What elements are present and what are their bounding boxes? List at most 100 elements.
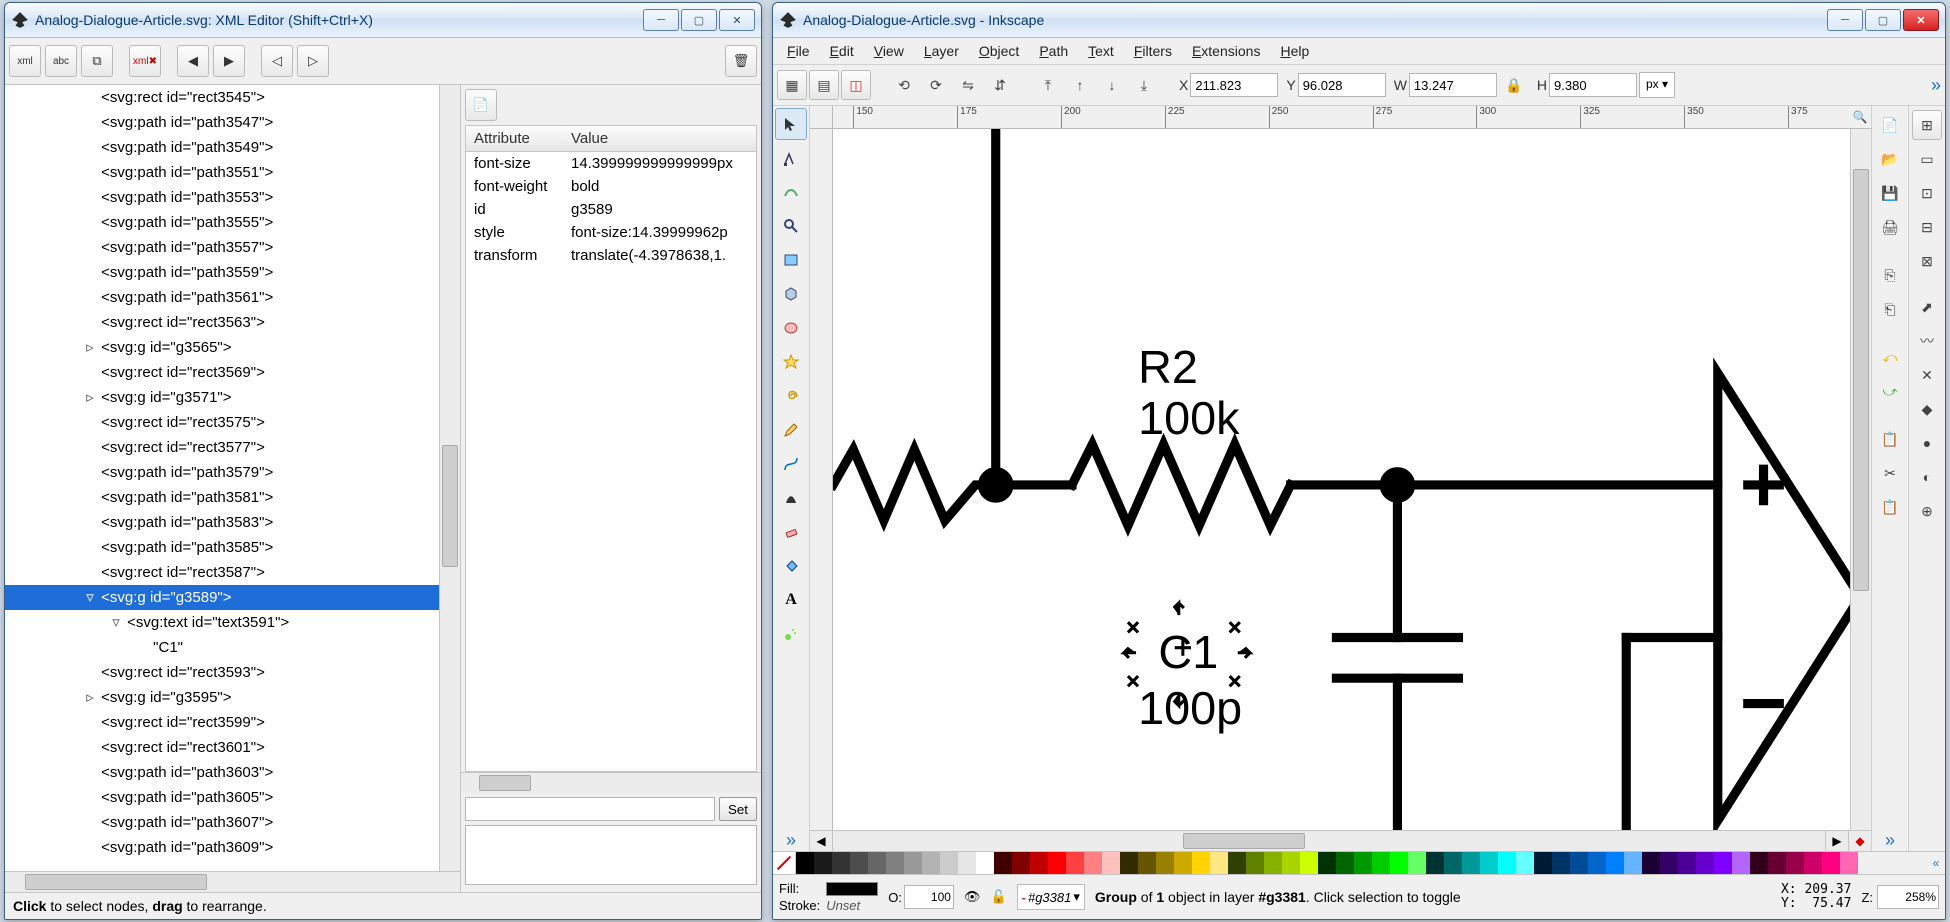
palette-swatch[interactable] (940, 852, 958, 874)
menu-filters[interactable]: Filters (1124, 40, 1182, 62)
palette-swatch[interactable] (1534, 852, 1552, 874)
palette-swatch[interactable] (814, 852, 832, 874)
palette-swatch[interactable] (1210, 852, 1228, 874)
attr-horizontal-scrollbar[interactable] (461, 772, 761, 793)
tree-horizontal-scrollbar[interactable] (5, 871, 460, 892)
bezier-tool[interactable] (775, 448, 807, 480)
menu-edit[interactable]: Edit (820, 40, 864, 62)
xml-tree[interactable]: <svg:rect id="rect3545"> <svg:path id="p… (5, 85, 439, 871)
set-attribute-button[interactable]: Set (719, 797, 757, 821)
spray-tool[interactable] (775, 618, 807, 650)
visibility-toggle-icon[interactable]: 👁 (964, 889, 981, 905)
delete-attribute-button[interactable]: 🗑 (725, 45, 757, 77)
cut-button[interactable]: ✂ (1875, 458, 1905, 488)
palette-swatch[interactable] (1156, 852, 1174, 874)
palette-swatch[interactable] (1588, 852, 1606, 874)
redo-button[interactable]: ⤻ (1875, 376, 1905, 406)
tree-row[interactable]: <svg:path id="path3607"> (5, 810, 439, 835)
palette-swatch[interactable] (1660, 852, 1678, 874)
toolbar-overflow-button[interactable]: » (1931, 75, 1941, 96)
color-managed-icon[interactable]: ◆ (1848, 831, 1871, 851)
indent-node-button[interactable]: ▷ (297, 45, 329, 77)
snap-midpoint-button[interactable]: ◐ (1912, 462, 1942, 492)
delete-node-button[interactable]: xml✖ (129, 45, 161, 77)
snap-bbox-corner-button[interactable]: ⊟ (1912, 212, 1942, 242)
select-all-layers-button[interactable]: ▤ (809, 70, 839, 100)
x-input[interactable] (1190, 73, 1278, 97)
calligraphy-tool[interactable] (775, 482, 807, 514)
undo-button[interactable]: ⤺ (1875, 342, 1905, 372)
palette-swatch[interactable] (1174, 852, 1192, 874)
prev-node-button[interactable]: ◀ (177, 45, 209, 77)
pencil-tool[interactable] (775, 414, 807, 446)
palette-swatch[interactable] (832, 852, 850, 874)
palette-swatch[interactable] (958, 852, 976, 874)
print-button[interactable]: 🖨 (1875, 212, 1905, 242)
menu-object[interactable]: Object (969, 40, 1029, 62)
tree-row[interactable]: <svg:path id="path3581"> (5, 485, 439, 510)
snap-bbox-button[interactable]: ▭ (1912, 144, 1942, 174)
palette-swatch[interactable] (1624, 852, 1642, 874)
rotate-ccw-button[interactable]: ⟲ (889, 70, 919, 100)
palette-swatch[interactable] (1300, 852, 1318, 874)
palette-swatch[interactable] (976, 852, 994, 874)
attribute-row[interactable]: font-weightbold (466, 175, 756, 198)
palette-swatch[interactable] (1480, 852, 1498, 874)
menu-extensions[interactable]: Extensions (1182, 40, 1271, 62)
snap-center-button[interactable]: ⊕ (1912, 496, 1942, 526)
snap-bbox-midpoint-button[interactable]: ⊠ (1912, 246, 1942, 276)
commands-overflow-button[interactable]: » (1885, 830, 1895, 851)
palette-swatch[interactable] (904, 852, 922, 874)
tree-row[interactable]: <svg:path id="path3559"> (5, 260, 439, 285)
xml-editor-titlebar[interactable]: Analog-Dialogue-Article.svg: XML Editor … (5, 3, 761, 38)
palette-swatch[interactable] (1408, 852, 1426, 874)
text-tool[interactable]: A (775, 584, 807, 616)
open-doc-button[interactable]: 📂 (1875, 144, 1905, 174)
palette-swatch[interactable] (1372, 852, 1390, 874)
ruler-vertical[interactable] (810, 129, 833, 830)
deselect-button[interactable]: ◫ (841, 70, 871, 100)
snap-path-button[interactable]: 〰 (1912, 326, 1942, 356)
tree-row[interactable]: <svg:path id="path3579"> (5, 460, 439, 485)
palette-swatch[interactable] (1822, 852, 1840, 874)
tree-row[interactable]: ▿ <svg:text id="text3591"> (5, 610, 439, 635)
palette-swatch[interactable] (1678, 852, 1696, 874)
zoom-input[interactable] (1877, 885, 1939, 909)
palette-swatch[interactable] (1120, 852, 1138, 874)
lower-button[interactable]: ↓ (1097, 70, 1127, 100)
palette-swatch[interactable] (994, 852, 1012, 874)
save-doc-button[interactable]: 💾 (1875, 178, 1905, 208)
zoom-tool[interactable] (775, 210, 807, 242)
palette-swatch[interactable] (1516, 852, 1534, 874)
palette-swatch[interactable] (1732, 852, 1750, 874)
palette-swatch[interactable] (1264, 852, 1282, 874)
rotate-cw-button[interactable]: ⟳ (921, 70, 951, 100)
snap-node-button[interactable]: ⬈ (1912, 292, 1942, 322)
tree-row[interactable]: <svg:rect id="rect3593"> (5, 660, 439, 685)
palette-swatch[interactable] (1786, 852, 1804, 874)
tree-row[interactable]: <svg:path id="path3561"> (5, 285, 439, 310)
layer-selector[interactable]: - #g3381 ▾ (1017, 884, 1085, 910)
palette-swatch[interactable] (1444, 852, 1462, 874)
close-button[interactable]: ✕ (1903, 9, 1939, 31)
palette-swatch[interactable] (1426, 852, 1444, 874)
palette-swatch[interactable] (1804, 852, 1822, 874)
tree-row[interactable]: ▹ <svg:g id="g3571"> (5, 385, 439, 410)
snap-intersection-button[interactable]: ✕ (1912, 360, 1942, 390)
spiral-tool[interactable] (775, 380, 807, 412)
attribute-pane-toggle-button[interactable]: 📄 (465, 89, 497, 121)
inkscape-titlebar[interactable]: Analog-Dialogue-Article.svg - Inkscape ─… (773, 3, 1945, 38)
menu-path[interactable]: Path (1029, 40, 1078, 62)
palette-swatch[interactable] (1336, 852, 1354, 874)
lower-bottom-button[interactable]: ⤓ (1129, 70, 1159, 100)
next-node-button[interactable]: ▶ (213, 45, 245, 77)
palette-swatch[interactable] (1102, 852, 1120, 874)
canvas-horizontal-scrollbar[interactable]: ◀ ▶ ◆ (810, 830, 1871, 851)
tree-row[interactable]: <svg:rect id="rect3569"> (5, 360, 439, 385)
tree-row[interactable]: <svg:path id="path3555"> (5, 210, 439, 235)
snap-cusp-button[interactable]: ◆ (1912, 394, 1942, 424)
tweak-tool[interactable] (775, 176, 807, 208)
zoom-menu-icon[interactable]: 🔍 (1849, 106, 1871, 129)
tree-row[interactable]: ▹ <svg:g id="g3595"> (5, 685, 439, 710)
menu-layer[interactable]: Layer (914, 40, 969, 62)
